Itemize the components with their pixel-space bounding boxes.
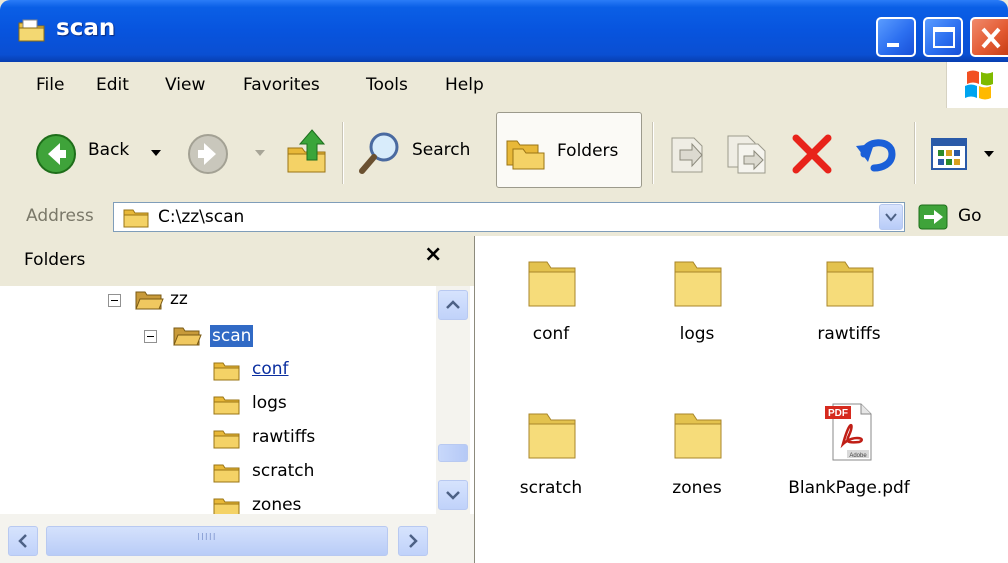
maximize-button[interactable] [923,17,963,57]
address-input[interactable]: C:\zz\scan [113,202,905,232]
address-value: C:\zz\scan [158,207,245,227]
tree-item-logs[interactable]: logs [210,390,410,420]
tree-item-rawtiffs[interactable]: rawtiffs [210,424,410,454]
folders-label: Folders [557,141,619,161]
tree-item-conf[interactable]: conf [210,356,410,386]
forward-dropdown-icon[interactable] [254,148,266,158]
pdf-badge-text: PDF [828,408,848,419]
folders-pane-title: Folders [24,250,86,270]
file-name: zones [672,478,722,498]
forward-arrow-icon [188,134,228,174]
back-arrow-icon [36,134,76,174]
pdf-brand-text: Adobe [849,453,867,459]
folders-pane-header: Folders × [0,236,474,286]
scroll-left-button[interactable] [8,526,38,556]
folders-icon [506,140,545,170]
menu-bar: File Edit View Favorites Tools Help [0,62,1008,109]
close-button[interactable] [970,17,1008,57]
pdf-icon: PDF Adobe [825,403,872,461]
tree-item-zz[interactable]: zz [104,286,404,316]
up-folder-button[interactable] [284,108,334,198]
scroll-down-button[interactable] [438,480,468,510]
menu-favorites[interactable]: Favorites [243,75,320,95]
file-item-logs[interactable]: logs [627,254,767,364]
folder-icon [213,430,240,449]
folder-icon [674,413,722,459]
menu-tools[interactable]: Tools [366,75,408,95]
scroll-grip: IIIII [197,532,217,543]
back-dropdown-icon[interactable] [150,148,162,158]
search-button[interactable]: Search [354,108,484,198]
tree-item-label: logs [252,393,287,413]
search-icon [359,132,399,174]
forward-button[interactable] [186,108,270,198]
go-button[interactable]: Go [958,206,982,226]
windows-logo-icon [946,62,1008,108]
collapse-toggle[interactable] [144,330,157,343]
folder-window-icon [18,18,46,42]
file-name: conf [532,324,570,344]
address-dropdown-button[interactable] [879,204,903,230]
tree-item-scratch[interactable]: scratch [210,458,410,488]
tree-item-label: rawtiffs [252,427,316,447]
file-name: scratch [519,478,583,498]
folder-icon [213,396,240,415]
title-bar[interactable]: scan [0,0,1008,62]
file-item-conf[interactable]: conf [481,254,621,364]
folder-open-icon [135,291,164,310]
address-bar: Address C:\zz\scan Go [0,198,1008,237]
file-item-scratch[interactable]: scratch [481,406,621,516]
menu-edit[interactable]: Edit [96,75,129,95]
tree-item-scan[interactable]: scan [140,322,420,352]
go-arrow-icon[interactable] [918,204,948,230]
folder-icon [528,413,576,459]
tree-item-label: scratch [252,461,315,481]
window-title: scan [56,15,116,41]
folder-icon [674,261,722,307]
folder-icon [123,209,149,228]
up-folder-icon [287,129,326,173]
menu-help[interactable]: Help [445,75,484,95]
menu-view[interactable]: View [165,75,205,95]
folder-icon [213,362,240,381]
file-name: logs [679,324,715,344]
folder-icon [528,261,576,307]
folders-toggle-button[interactable]: Folders [496,112,642,188]
tree-item-label: scan [210,325,254,347]
scroll-thumb[interactable] [438,444,468,462]
folders-pane: Folders × zz scan conf logs rawtiffs scr… [0,236,475,563]
file-item-zones[interactable]: zones [627,406,767,516]
tree-item-label: zones [252,495,302,515]
back-label: Back [88,140,130,160]
file-list: conf logs rawtiffs scratch zones PDF Ado… [475,236,1008,563]
file-item-blankpage-pdf[interactable]: PDF Adobe BlankPage.pdf [779,400,919,510]
back-button[interactable]: Back [30,108,180,198]
folders-vertical-scrollbar[interactable] [436,286,470,514]
folders-pane-close-button[interactable]: × [424,242,442,267]
minimize-button[interactable] [876,17,916,57]
file-name: rawtiffs [817,324,881,344]
horizontal-scroll-thumb[interactable]: IIIII [46,526,388,556]
folder-icon [826,261,874,307]
scroll-right-button[interactable] [398,526,428,556]
collapse-toggle[interactable] [108,294,121,307]
file-item-rawtiffs[interactable]: rawtiffs [779,254,919,364]
folder-icon [213,464,240,483]
address-label: Address [26,206,94,226]
folder-open-icon [173,327,202,346]
scroll-up-button[interactable] [438,290,468,320]
menu-file[interactable]: File [36,75,64,95]
toolbar-separator [342,122,344,184]
tree-item-label: conf [252,359,289,379]
search-label: Search [412,140,471,160]
tree-item-label: zz [170,289,188,309]
file-name: BlankPage.pdf [788,478,910,498]
